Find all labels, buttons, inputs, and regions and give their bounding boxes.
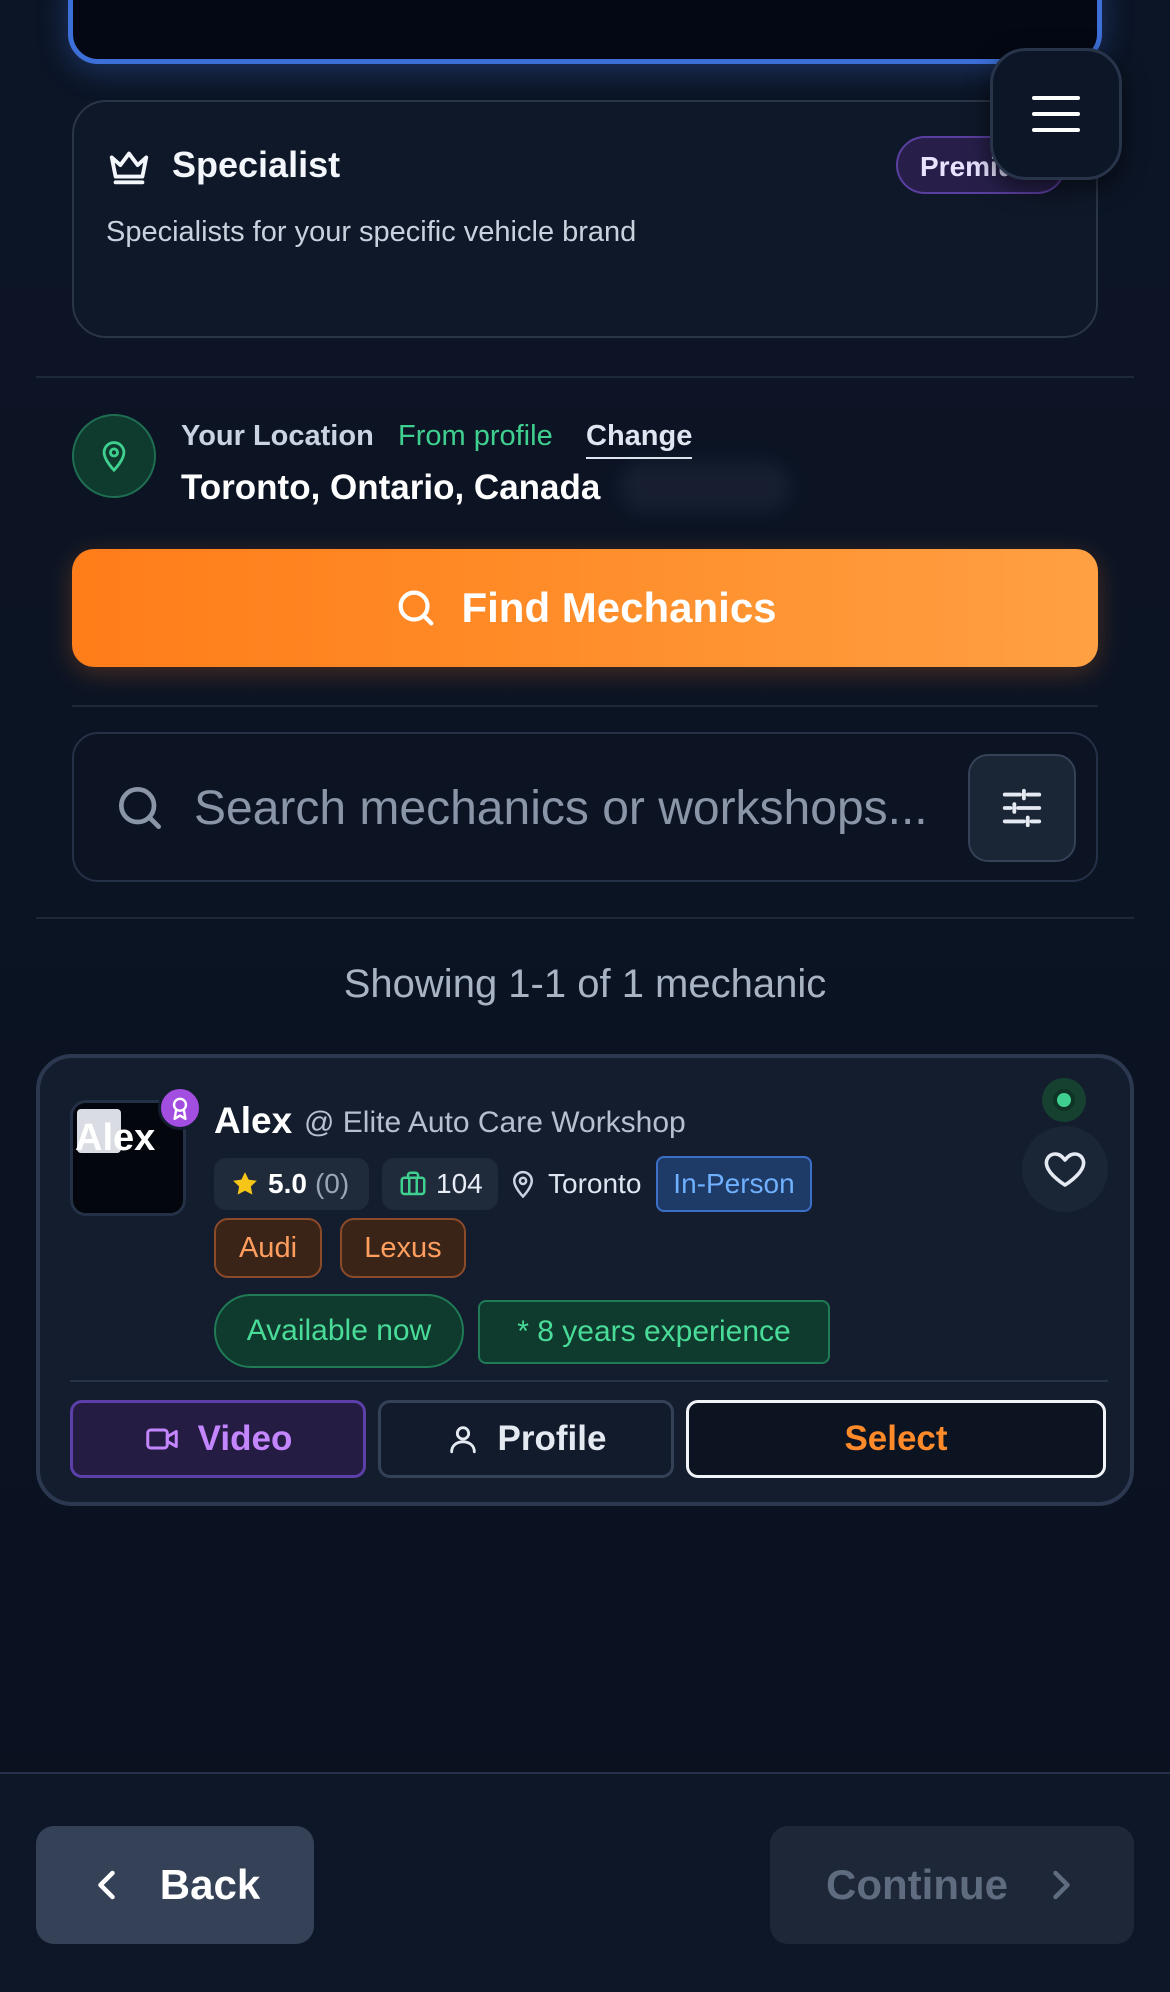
section-divider: [36, 917, 1134, 919]
select-button[interactable]: Select: [686, 1400, 1106, 1478]
favorite-button[interactable]: [1022, 1126, 1108, 1212]
location-value: Toronto, Ontario, Canada: [181, 468, 601, 507]
city-name: Toronto: [548, 1168, 642, 1199]
heart-icon: [1044, 1152, 1086, 1187]
profile-button[interactable]: Profile: [378, 1400, 674, 1478]
filter-sliders-icon: [1002, 788, 1042, 828]
profile-button-label: Profile: [497, 1419, 607, 1458]
find-mechanics-label: Find Mechanics: [461, 584, 777, 631]
crown-icon: [109, 151, 149, 185]
search-icon: [118, 787, 162, 829]
location-source: From profile: [398, 420, 553, 452]
page: Specialist Premium Specialists for your …: [0, 0, 1170, 1992]
city-chip: Toronto: [508, 1158, 641, 1210]
results-count: Showing 1-1 of 1 mechanic: [343, 962, 827, 1006]
location-label: Your Location: [181, 420, 374, 452]
selected-service-card[interactable]: [68, 0, 1102, 64]
mechanic-name: Alex: [214, 1100, 293, 1141]
online-status-indicator: [1042, 1078, 1086, 1122]
video-camera-icon: [145, 1428, 178, 1450]
specialist-service-card[interactable]: Specialist Premium Specialists for your …: [72, 100, 1098, 338]
search-bar: [72, 732, 1098, 882]
experience-badge: * 8 years experience: [478, 1300, 830, 1364]
back-button-label: Back: [159, 1861, 261, 1908]
change-location-link[interactable]: Change: [586, 420, 693, 459]
chevron-right-icon: [1053, 1870, 1070, 1900]
select-button-label: Select: [844, 1419, 948, 1458]
brand-tag: Lexus: [340, 1218, 466, 1278]
mechanic-card[interactable]: Alex Alex @ Elite Auto Care Workshop 5.0…: [36, 1054, 1134, 1506]
user-icon: [449, 1426, 476, 1454]
workshop-name: @ Elite Auto Care Workshop: [304, 1106, 686, 1139]
brand-tag: Audi: [214, 1218, 322, 1278]
map-pin-icon: [512, 1170, 534, 1199]
verified-badge: [158, 1086, 202, 1130]
award-icon: [172, 1097, 188, 1121]
briefcase-icon: [400, 1171, 426, 1196]
location-pin-icon: [102, 441, 126, 473]
chevron-left-icon: [98, 1870, 115, 1900]
video-button-label: Video: [197, 1419, 293, 1458]
menu-icon: [1032, 96, 1080, 132]
back-button[interactable]: Back: [36, 1826, 314, 1944]
continue-button-label: Continue: [826, 1861, 1008, 1908]
footer-nav: Back Continue: [0, 1772, 1170, 1992]
blurred-decoration: [620, 462, 790, 512]
jobs-count: 104: [436, 1168, 483, 1199]
section-divider: [36, 376, 1134, 378]
rating-chip: 5.0 (0): [214, 1158, 369, 1210]
search-input[interactable]: [194, 770, 1029, 846]
rating-count: (0): [314, 1168, 350, 1199]
search-icon: [399, 590, 434, 626]
card-divider: [70, 1380, 1108, 1382]
specialist-title: Specialist: [172, 144, 341, 185]
availability-badge: Available now: [214, 1294, 464, 1368]
specialist-description: Specialists for your specific vehicle br…: [106, 216, 637, 248]
menu-button[interactable]: [990, 48, 1122, 180]
video-button[interactable]: Video: [70, 1400, 366, 1478]
jobs-chip: 104: [382, 1158, 498, 1210]
section-divider: [72, 705, 1098, 707]
service-mode-badge: In-Person: [656, 1156, 812, 1212]
continue-button[interactable]: Continue: [770, 1826, 1134, 1944]
rating-value: 5.0: [268, 1168, 307, 1199]
find-mechanics-button[interactable]: Find Mechanics: [72, 549, 1098, 667]
filter-button[interactable]: [968, 754, 1076, 862]
location-icon-badge: [72, 414, 156, 498]
star-icon: [233, 1172, 257, 1195]
